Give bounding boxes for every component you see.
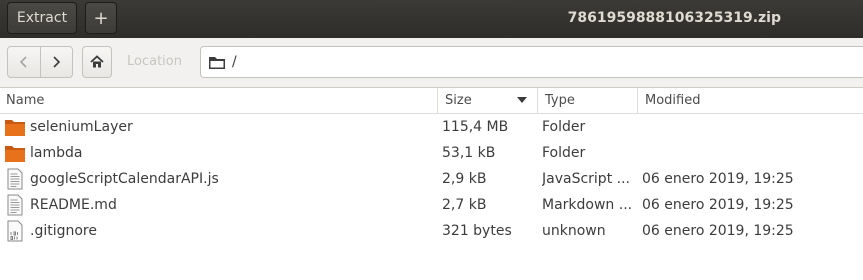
column-modified[interactable]: Modified — [637, 88, 863, 113]
file-name: lambda — [30, 145, 83, 161]
table-row[interactable]: googleScriptCalendarAPI.js 2,9 kB JavaSc… — [0, 166, 863, 192]
chevron-right-icon — [53, 56, 61, 68]
sort-descending-icon — [517, 97, 527, 103]
column-header: Name Size Type Modified — [0, 88, 863, 114]
file-modified: 06 enero 2019, 19:25 — [642, 197, 794, 213]
folder-icon — [209, 56, 225, 69]
file-modified — [642, 114, 857, 140]
file-size: 2,7 kB — [442, 197, 487, 213]
column-size[interactable]: Size — [437, 88, 537, 113]
text-file-icon — [7, 194, 23, 216]
new-folder-button[interactable]: + — [85, 2, 117, 34]
home-button[interactable] — [82, 46, 112, 78]
file-type: Folder — [542, 119, 586, 135]
file-name: .gitignore — [30, 223, 97, 239]
chevron-left-icon — [19, 56, 27, 68]
table-row[interactable]: seleniumLayer 115,4 MB Folder — [0, 114, 863, 140]
folder-icon — [5, 120, 25, 136]
file-size: 2,9 kB — [442, 171, 487, 187]
header-bar: Extract + 7861959888106325319.zip — [0, 0, 863, 38]
file-list: seleniumLayer 115,4 MB Folder lambda 53,… — [0, 114, 863, 244]
column-type[interactable]: Type — [537, 88, 637, 113]
location-label: Location — [127, 54, 182, 69]
location-toolbar: Location / — [0, 38, 863, 88]
file-type: Markdown ... — [542, 197, 633, 213]
file-size: 115,4 MB — [442, 119, 509, 135]
window-title: 7861959888106325319.zip — [567, 10, 781, 26]
column-modified-label: Modified — [645, 93, 701, 108]
file-type: unknown — [542, 223, 606, 239]
file-name: README.md — [30, 197, 117, 213]
column-name[interactable]: Name — [0, 88, 437, 113]
table-row[interactable]: .gitignore 321 bytes unknown 06 enero 20… — [0, 218, 863, 244]
file-size: 321 bytes — [442, 223, 512, 239]
file-name: seleniumLayer — [30, 119, 133, 135]
file-type: Folder — [542, 145, 586, 161]
file-modified: 06 enero 2019, 19:25 — [642, 171, 794, 187]
back-button[interactable] — [8, 47, 40, 77]
navigation-buttons — [7, 46, 73, 78]
folder-icon — [5, 146, 25, 162]
forward-button[interactable] — [39, 47, 73, 77]
home-icon — [90, 55, 104, 68]
location-path: / — [232, 54, 237, 70]
binary-file-icon — [7, 220, 23, 242]
plus-icon: + — [93, 7, 109, 29]
column-type-label: Type — [545, 93, 575, 108]
location-entry[interactable]: / — [200, 46, 863, 78]
file-modified — [642, 140, 857, 166]
table-row[interactable]: lambda 53,1 kB Folder — [0, 140, 863, 166]
table-row[interactable]: README.md 2,7 kB Markdown ... 06 enero 2… — [0, 192, 863, 218]
file-size: 53,1 kB — [442, 145, 496, 161]
extract-button-label: Extract — [16, 10, 68, 26]
column-name-label: Name — [6, 93, 45, 108]
file-type: JavaScript ... — [542, 171, 630, 187]
extract-button[interactable]: Extract — [7, 2, 77, 34]
column-size-label: Size — [445, 93, 472, 108]
text-file-icon — [7, 168, 23, 190]
file-name: googleScriptCalendarAPI.js — [30, 171, 219, 187]
file-modified: 06 enero 2019, 19:25 — [642, 223, 794, 239]
